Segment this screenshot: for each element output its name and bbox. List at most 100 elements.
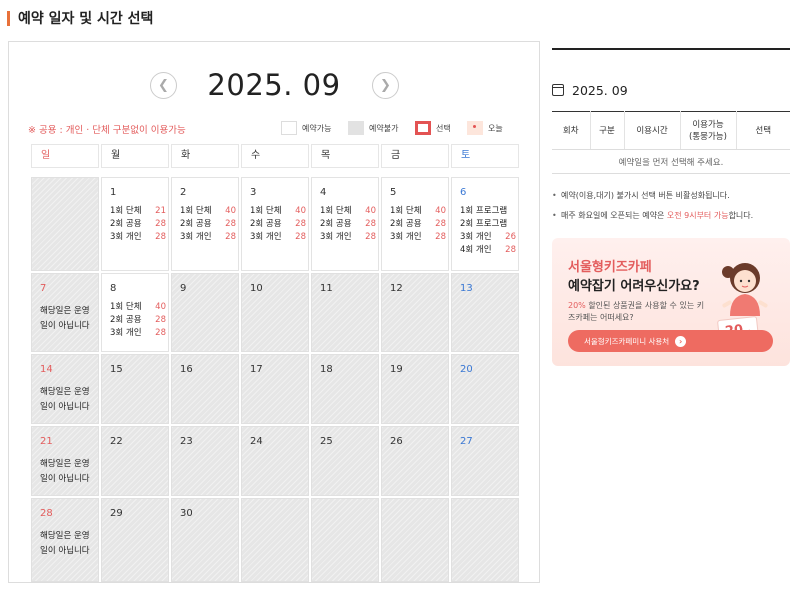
calendar-day-1[interactable]: 1 1회 단체 21 2회 공용 28 3회 개인 28 [101, 177, 169, 271]
session-row: 1회 단체 21 [110, 205, 168, 218]
title-accent-bar [7, 10, 10, 26]
session-table-header: 회차 구분 이용시간 이용가능 (통뭉가능) 선택 [552, 111, 790, 150]
table-row: 예약일을 먼저 선택해 주세요. [552, 149, 790, 174]
session-label: 2회 공용 [180, 219, 212, 229]
session-count: 28 [155, 328, 166, 338]
legend-label: 오늘 [488, 123, 503, 133]
session-label: 3회 개인 [320, 232, 352, 242]
session-label: 2회 공용 [250, 219, 282, 229]
calendar-day-2[interactable]: 2 1회 단체 40 2회 공용 28 3회 개인 28 [171, 177, 239, 271]
day-number: 16 [180, 364, 193, 375]
session-row: 1회 단체 40 [180, 205, 238, 218]
session-count: 28 [435, 232, 446, 242]
session-list: 1회 단체 40 2회 공용 28 3회 개인 28 [180, 205, 238, 244]
calendar-day-6[interactable]: 6 1회 프로그램 2회 프로그램 3회 개인 26 4회 개인 28 [451, 177, 519, 271]
session-count: 40 [155, 302, 166, 312]
session-label: 3회 개인 [460, 232, 492, 242]
session-count: 28 [295, 219, 306, 229]
session-count: 28 [155, 232, 166, 242]
calendar-day-8[interactable]: 8 1회 단체 40 2회 공용 28 3회 개인 28 [101, 273, 169, 352]
calendar-empty-cell [241, 498, 309, 582]
day-number: 20 [460, 364, 473, 375]
chevron-right-icon[interactable]: ❯ [372, 72, 399, 99]
reservation-side-panel: 2025. 09 회차 구분 이용시간 이용가능 (통뭉가능) 선택 예약일을 … [552, 48, 790, 366]
weekday-header: 일 월 화 수 목 금 토 [31, 144, 519, 168]
col-capacity: 이용가능 (통뭉가능) [680, 111, 737, 150]
session-list: 1회 프로그램 2회 프로그램 3회 개인 26 4회 개인 28 [460, 205, 518, 257]
session-label: 1회 단체 [110, 206, 142, 216]
session-label: 2회 공용 [110, 315, 142, 325]
legend-swatch-selected [415, 121, 431, 135]
session-row: 2회 공용 28 [110, 218, 168, 231]
promo-button-label: 서울형키즈카페미니 사용처 [584, 336, 670, 346]
calendar-day-29: 29 [101, 498, 169, 582]
session-count: 28 [365, 219, 376, 229]
calendar-empty-cell [31, 177, 99, 271]
calendar-day-12: 12 [381, 273, 449, 352]
calendar-day-15: 15 [101, 354, 169, 424]
calendar-day-14: 14 해당일은 운영일이 아닙니다 [31, 354, 99, 424]
session-list: 1회 단체 40 2회 공용 28 3회 개인 28 [390, 205, 448, 244]
day-number: 23 [180, 436, 193, 447]
session-label: 1회 단체 [390, 206, 422, 216]
closed-message: 해당일은 운영일이 아닙니다 [40, 459, 90, 484]
session-count: 28 [155, 315, 166, 325]
day-number: 3 [250, 187, 257, 198]
day-number: 14 [40, 364, 53, 375]
promo-brand: 서울형키즈카페 [568, 260, 652, 275]
calendar-empty-cell [381, 498, 449, 582]
legend-label: 선택 [436, 123, 451, 133]
calendar-day-4[interactable]: 4 1회 단체 40 2회 공용 28 3회 개인 28 [311, 177, 379, 271]
session-row: 3회 개인 28 [390, 231, 448, 244]
side-divider [552, 48, 790, 50]
session-table: 회차 구분 이용시간 이용가능 (통뭉가능) 선택 예약일을 먼저 선택해 주세… [552, 111, 790, 174]
day-number: 1 [110, 187, 117, 198]
promo-link-button[interactable]: 서울형키즈카페미니 사용처 › [568, 330, 773, 352]
session-count: 28 [435, 219, 446, 229]
day-number: 2 [180, 187, 187, 198]
day-number: 27 [460, 436, 473, 447]
note-highlight: 오전 9시부터 가능 [666, 211, 729, 220]
col-round: 회차 [552, 111, 591, 150]
col-time: 이용시간 [624, 111, 681, 150]
session-label: 1회 단체 [110, 302, 142, 312]
day-number: 19 [390, 364, 403, 375]
page-title: 예약 일자 및 시간 선택 [7, 8, 153, 28]
calendar-day-5[interactable]: 5 1회 단체 40 2회 공용 28 3회 개인 28 [381, 177, 449, 271]
session-count: 40 [295, 206, 306, 216]
session-row: 2회 프로그램 [460, 218, 518, 231]
chevron-left-icon[interactable]: ❮ [150, 72, 177, 99]
calendar-empty-cell [311, 498, 379, 582]
session-row: 1회 단체 40 [250, 205, 308, 218]
session-label: 1회 단체 [180, 206, 212, 216]
promo-banner[interactable]: 서울형키즈카페 예약잡기 어려우신가요? 20% 할인된 상품권을 사용할 수 … [552, 238, 790, 366]
calendar-day-3[interactable]: 3 1회 단체 40 2회 공용 28 3회 개인 28 [241, 177, 309, 271]
weekday-tue: 화 [171, 144, 239, 168]
list-item: 예약(이용,대기) 불가시 선택 버튼 비활성화됩니다. [552, 186, 790, 206]
calendar-day-25: 25 [311, 426, 379, 496]
day-number: 29 [110, 508, 123, 519]
session-count: 28 [225, 219, 236, 229]
selected-month-label: 2025. 09 [572, 82, 628, 98]
session-label: 2회 프로그램 [460, 219, 508, 229]
day-number: 5 [390, 187, 397, 198]
day-number: 25 [320, 436, 333, 447]
session-count: 40 [435, 206, 446, 216]
calendar-panel: ❮ 2025. 09 ❯ ※ 공용 : 개인 · 단체 구분없이 이용가능 예약… [8, 41, 540, 583]
calendar-day-27: 27 [451, 426, 519, 496]
legend-unavailable: 예약불가 [348, 119, 398, 137]
legend-swatch-unavailable [348, 121, 364, 135]
session-label: 1회 프로그램 [460, 206, 508, 216]
note-text-pre: 매주 화요일에 오픈되는 예약은 [561, 211, 667, 220]
day-number: 28 [40, 508, 53, 519]
arrow-right-icon: › [675, 335, 687, 347]
calendar-day-23: 23 [171, 426, 239, 496]
list-item: 매주 화요일에 오픈되는 예약은 오전 9시부터 가능합니다. [552, 206, 790, 226]
legend-swatch-available [281, 121, 297, 135]
session-row: 2회 공용 28 [250, 218, 308, 231]
weekday-thu: 목 [311, 144, 379, 168]
calendar-grid: 1 1회 단체 21 2회 공용 28 3회 개인 28 2 1회 단체 40 2회 공용 28 3회 … [31, 177, 519, 582]
calendar-day-18: 18 [311, 354, 379, 424]
session-list: 1회 단체 40 2회 공용 28 3회 개인 28 [110, 301, 168, 340]
legend-label: 예약불가 [369, 123, 399, 133]
